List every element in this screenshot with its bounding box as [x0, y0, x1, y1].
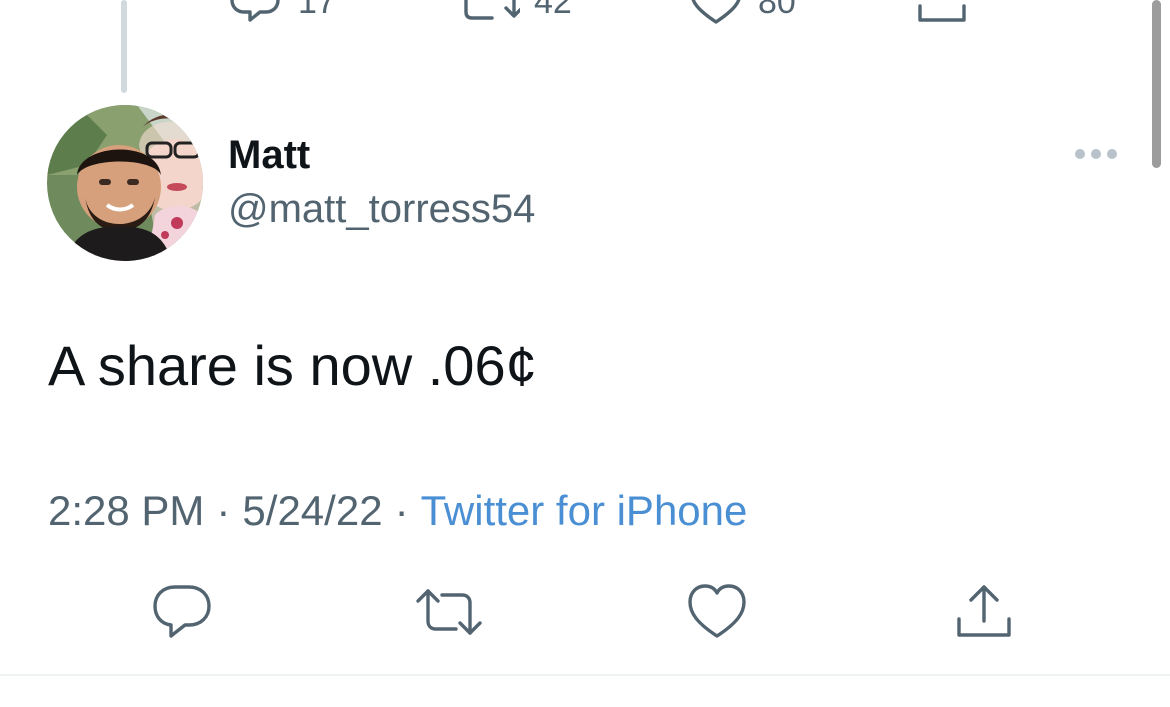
- meta-separator: ·: [394, 487, 409, 534]
- tweet-meta: 2:28 PM · 5/24/22 · Twitter for iPhone: [48, 487, 747, 535]
- retweet-button[interactable]: [414, 581, 484, 648]
- heart-icon: [688, 0, 744, 33]
- heart-icon: [686, 581, 748, 648]
- previous-like-button[interactable]: 80: [688, 0, 796, 33]
- reply-icon: [151, 581, 213, 648]
- retweet-icon: [460, 0, 524, 33]
- divider: [0, 674, 1170, 676]
- share-icon: [914, 0, 970, 33]
- share-icon: [953, 581, 1015, 648]
- previous-retweet-count: 42: [534, 0, 572, 21]
- reply-icon: [228, 0, 284, 33]
- more-icon: [1074, 147, 1118, 165]
- author-handle[interactable]: @matt_torress54: [228, 187, 535, 232]
- reply-button[interactable]: [150, 582, 214, 646]
- previous-share-button[interactable]: [914, 0, 970, 33]
- avatar[interactable]: [47, 105, 203, 261]
- previous-like-count: 80: [758, 0, 796, 21]
- previous-reply-button[interactable]: 17: [228, 0, 336, 33]
- tweet-text: A share is now .06¢: [48, 334, 537, 397]
- like-button[interactable]: [685, 582, 749, 646]
- previous-reply-count: 17: [298, 0, 336, 21]
- share-button[interactable]: [952, 582, 1016, 646]
- avatar-photo: [47, 105, 203, 261]
- scrollbar[interactable]: [1152, 0, 1161, 168]
- previous-retweet-button[interactable]: 42: [460, 0, 572, 33]
- tweet-time: 2:28 PM: [48, 487, 205, 534]
- meta-separator: ·: [216, 487, 231, 534]
- previous-tweet-actions: 17 42 80: [0, 0, 1170, 32]
- retweet-icon: [414, 581, 484, 648]
- more-options-button[interactable]: [1068, 138, 1124, 174]
- author-name[interactable]: Matt: [228, 133, 310, 178]
- tweet-source-link[interactable]: Twitter for iPhone: [421, 487, 748, 534]
- tweet-date: 5/24/22: [242, 487, 383, 534]
